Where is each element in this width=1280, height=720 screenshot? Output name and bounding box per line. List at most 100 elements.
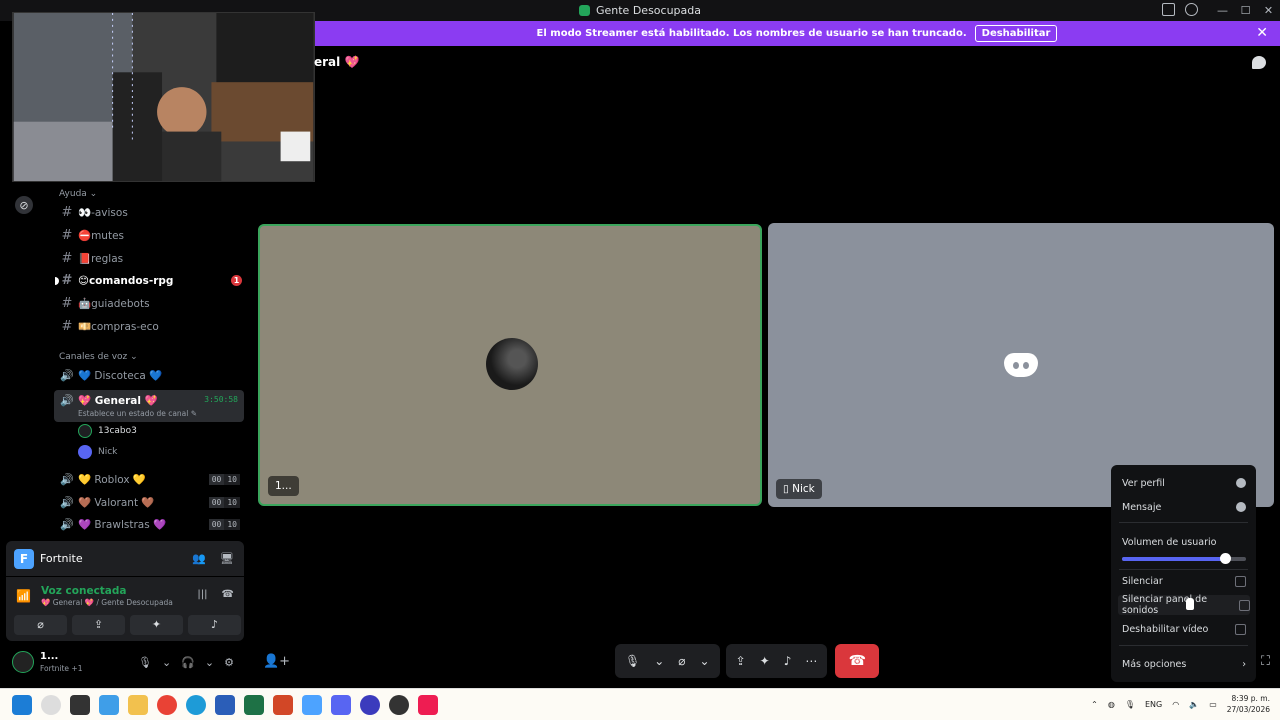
screen-share-icon[interactable]: 🖥 — [220, 552, 234, 565]
file-explorer-icon[interactable] — [128, 695, 148, 715]
menu-view-profile[interactable]: Ver perfil — [1122, 473, 1246, 493]
language-indicator[interactable]: ENG — [1145, 700, 1162, 709]
voice-connected-label[interactable]: Voz conectada — [41, 585, 127, 597]
more-options-icon[interactable]: ⋯ — [805, 654, 817, 668]
help-icon[interactable] — [1185, 3, 1198, 16]
text-channel[interactable]: # ⛔mutes — [56, 225, 246, 246]
discord-icon[interactable] — [331, 695, 351, 715]
mute-checkbox[interactable] — [1235, 575, 1246, 587]
text-channel[interactable]: # 👀-avisos — [56, 202, 246, 223]
volume-knob[interactable] — [1219, 553, 1231, 564]
invite-people-icon[interactable]: 👤+ — [263, 654, 290, 669]
menu-mute-soundboard[interactable]: Silenciar panel de sonidos — [1118, 594, 1250, 616]
chevron-down-icon[interactable]: ⌄ — [162, 656, 171, 669]
activities-button[interactable]: ✦ — [130, 615, 183, 635]
task-view-icon[interactable] — [70, 695, 90, 715]
user-name[interactable]: 1... — [40, 651, 58, 662]
microphone-icon[interactable]: 🎙 — [625, 654, 640, 668]
discover-icon[interactable]: ⊘ — [15, 196, 33, 214]
network-status-icon[interactable]: ◍ — [1108, 700, 1115, 709]
user-limit: 00 10 — [208, 474, 240, 485]
menu-mute[interactable]: Silenciar — [1122, 571, 1246, 591]
word-icon[interactable] — [215, 695, 235, 715]
close-window-button[interactable]: ✕ — [1257, 4, 1280, 17]
video-tile-self[interactable]: 1... — [258, 224, 762, 506]
windows-start-icon[interactable] — [12, 695, 32, 715]
activities-icon[interactable]: ✦ — [760, 654, 770, 668]
webcam-image — [13, 13, 314, 181]
voice-user[interactable]: Nick — [78, 442, 117, 462]
voice-channel[interactable]: 🔊 💙 Discoteca 💙 — [56, 365, 246, 386]
chat-bubble-icon[interactable] — [1252, 56, 1266, 69]
taskbar-clock[interactable]: 8:39 p. m. 27/03/2026 — [1227, 693, 1270, 715]
menu-disable-video[interactable]: Deshabilitar vídeo — [1122, 619, 1246, 639]
chevron-down-icon[interactable]: ⌄ — [654, 654, 664, 668]
chrome-icon[interactable] — [157, 695, 177, 715]
search-icon[interactable] — [41, 695, 61, 715]
chevron-down-icon[interactable]: ⌄ — [205, 656, 214, 669]
copilot-icon[interactable] — [99, 695, 119, 715]
camera-off-button[interactable]: ⌀ — [14, 615, 67, 635]
voice-channel[interactable]: 🔊 🤎 Valorant 🤎 00 10 — [56, 492, 246, 513]
disconnect-icon[interactable]: ☎ — [222, 589, 234, 600]
fortnite-icon[interactable] — [302, 695, 322, 715]
user-count: 00 — [208, 519, 225, 530]
avatar — [78, 445, 92, 459]
edge-icon[interactable] — [186, 695, 206, 715]
activity-panel[interactable]: F Fortnite 👥 🖥 — [6, 541, 244, 576]
text-channel[interactable]: # 😊comandos-rpg 1 — [55, 270, 246, 291]
text-channel[interactable]: # 🤖guiadebots — [56, 293, 246, 314]
camera-off-icon[interactable]: ⌀ — [678, 654, 685, 668]
channel-name: ⛔mutes — [78, 230, 125, 242]
active-voice-channel[interactable]: 🔊 💖 General 💖 3:50:58 Establece un estad… — [54, 390, 244, 422]
menu-more-options[interactable]: Más opciones › — [1122, 654, 1246, 674]
disable-streamer-button[interactable]: Deshabilitar — [974, 25, 1058, 42]
voice-user[interactable]: 13cabo3 — [78, 421, 137, 441]
chevron-up-icon[interactable]: ⌃ — [1091, 700, 1098, 709]
microphone-icon[interactable]: 🎙 — [138, 656, 152, 669]
mute-soundboard-checkbox[interactable] — [1239, 599, 1250, 611]
tiktok-icon[interactable] — [418, 695, 438, 715]
gear-icon[interactable]: ⚙ — [224, 656, 234, 669]
text-channel[interactable]: # 💴compras-eco — [56, 316, 246, 337]
battery-icon[interactable]: ▭ — [1209, 700, 1217, 709]
menu-message[interactable]: Mensaje — [1122, 497, 1246, 517]
obs-icon[interactable] — [360, 695, 380, 715]
disable-video-checkbox[interactable] — [1235, 623, 1246, 635]
category-help[interactable]: Ayuda ⌄ — [59, 189, 97, 199]
voice-user-name: Nick — [98, 447, 118, 457]
voice-channel[interactable]: 🔊 💜 Brawlstras 💜 00 10 — [56, 514, 246, 535]
noise-suppression-icon[interactable]: ||| — [197, 589, 207, 600]
inbox-icon[interactable] — [1162, 3, 1175, 16]
fullscreen-icon[interactable]: ⛶ — [1261, 654, 1270, 669]
recording-app-icon[interactable] — [389, 695, 409, 715]
wifi-icon[interactable]: ◠ — [1172, 700, 1179, 709]
signal-icon[interactable]: 📶 — [16, 589, 31, 603]
menu-label: Ver perfil — [1122, 477, 1165, 489]
set-channel-status[interactable]: Establece un estado de canal ✎ — [78, 409, 197, 418]
text-channel[interactable]: # 📕reglas — [56, 248, 246, 269]
share-screen-button[interactable]: ⇪ — [72, 615, 125, 635]
soundboard-button[interactable]: ♪ — [188, 615, 241, 635]
voice-connected-channel[interactable]: 💖 General 💖 / Gente Desocupada — [41, 598, 173, 607]
minimize-button[interactable]: — — [1211, 4, 1234, 17]
user-volume-slider[interactable] — [1122, 553, 1246, 564]
speaker-icon: 🔊 — [60, 394, 74, 407]
add-friend-icon[interactable]: 👥 — [192, 552, 206, 565]
headphones-icon[interactable]: 🎧 — [181, 656, 195, 669]
window-controls: — ☐ ✕ — [1211, 0, 1280, 21]
menu-label: Mensaje — [1122, 501, 1162, 513]
avatar[interactable] — [12, 651, 34, 673]
powerpoint-icon[interactable] — [273, 695, 293, 715]
leave-call-button[interactable]: ☎ — [835, 644, 880, 678]
volume-icon[interactable]: 🔈 — [1189, 700, 1199, 709]
chevron-down-icon[interactable]: ⌄ — [700, 654, 710, 668]
banner-close-icon[interactable]: ✕ — [1256, 25, 1268, 41]
category-voice[interactable]: Canales de voz ⌄ — [59, 352, 138, 362]
maximize-button[interactable]: ☐ — [1234, 4, 1257, 17]
share-screen-icon[interactable]: ⇪ — [736, 654, 746, 668]
excel-icon[interactable] — [244, 695, 264, 715]
microphone-tray-icon[interactable]: 🎙 — [1125, 700, 1135, 709]
soundboard-icon[interactable]: ♪ — [784, 654, 792, 668]
voice-channel[interactable]: 🔊 💛 Roblox 💛 00 10 — [56, 469, 246, 490]
